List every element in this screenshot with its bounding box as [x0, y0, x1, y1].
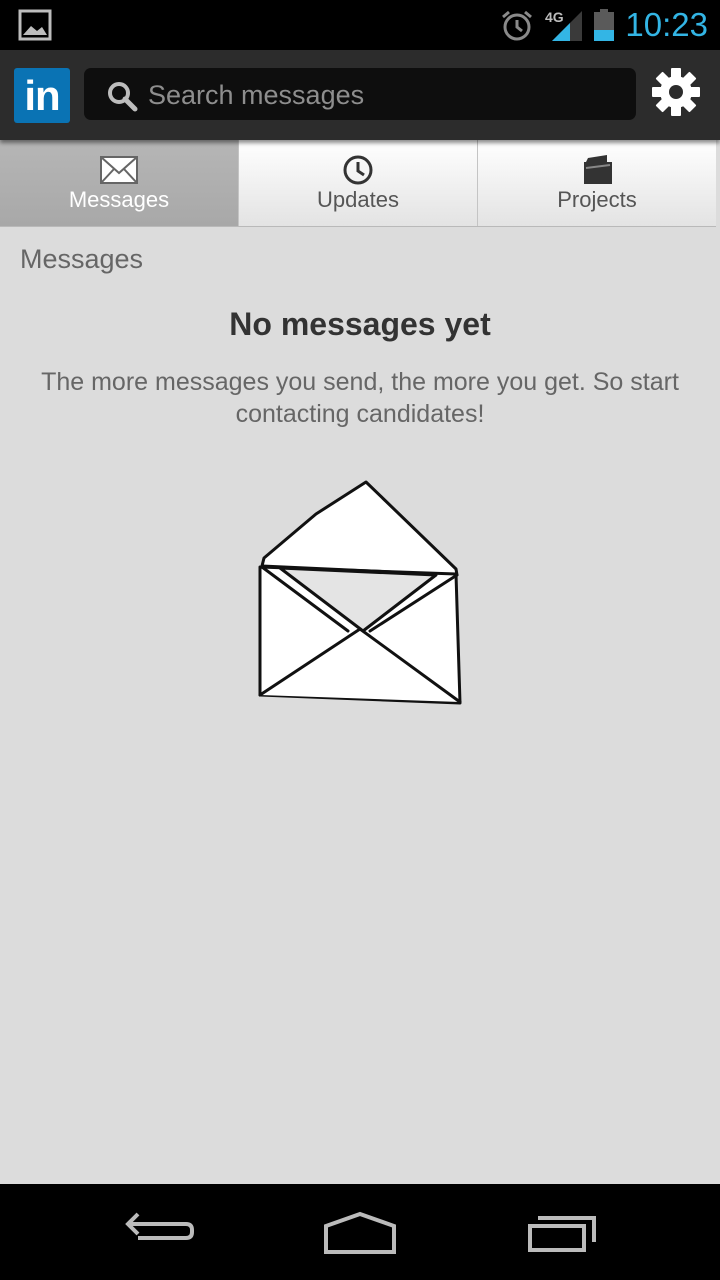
gear-icon[interactable]	[650, 66, 702, 118]
battery-icon	[594, 9, 614, 41]
back-icon[interactable]	[120, 1204, 200, 1260]
navigation-bar	[0, 1184, 720, 1280]
tab-label: Updates	[317, 187, 399, 212]
action-bar: in	[0, 50, 720, 140]
open-envelope-icon	[258, 480, 462, 705]
folder-icon	[584, 155, 612, 184]
signal-icon: 4G	[545, 9, 582, 41]
recent-apps-icon[interactable]	[522, 1204, 602, 1260]
empty-state-description: The more messages you send, the more you…	[41, 368, 679, 428]
empty-state-title: No messages yet	[229, 306, 491, 342]
home-icon[interactable]	[320, 1204, 400, 1260]
svg-text:4G: 4G	[545, 9, 564, 25]
envelope-icon	[100, 156, 138, 184]
search-icon	[108, 82, 138, 112]
gallery-icon	[18, 9, 52, 41]
status-bar: 4G 10:23	[0, 0, 720, 50]
section-title: Messages	[20, 244, 144, 274]
tab-projects[interactable]: Projects	[478, 140, 716, 226]
clock-icon	[343, 155, 373, 185]
search-input[interactable]	[146, 74, 620, 116]
tab-label: Messages	[68, 187, 170, 212]
status-clock: 10:23	[625, 6, 708, 43]
tab-updates[interactable]: Updates	[239, 140, 478, 226]
alarm-icon	[502, 10, 532, 41]
search-box[interactable]	[84, 68, 636, 120]
tab-label: Projects	[557, 187, 637, 212]
linkedin-logo[interactable]: in	[14, 68, 70, 123]
tab-messages[interactable]: Messages	[0, 140, 239, 226]
tab-bar: Messages Updates Projects	[0, 140, 716, 227]
